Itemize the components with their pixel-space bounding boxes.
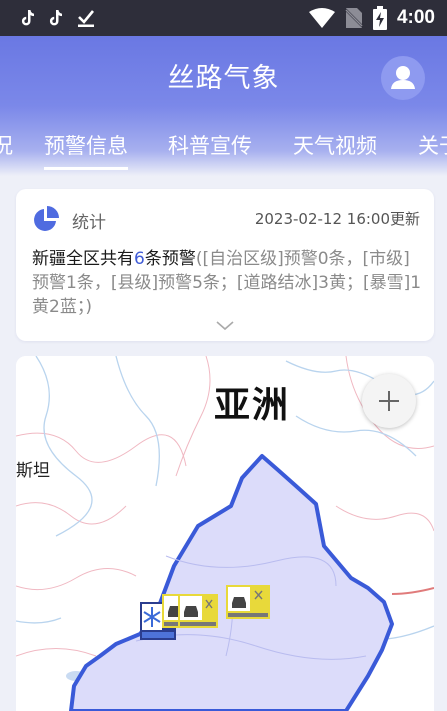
warning-count: 6 xyxy=(134,249,145,269)
zoom-in-button[interactable] xyxy=(362,374,416,428)
user-avatar-button[interactable] xyxy=(381,56,425,100)
pie-chart-icon xyxy=(34,206,59,231)
no-sim-icon xyxy=(344,8,363,28)
tab-bar: 况 预警信息 科普宣传 天气视频 关于 xyxy=(0,126,447,176)
tab-warnings[interactable]: 预警信息 xyxy=(44,130,128,170)
status-bar: 4:00 xyxy=(0,0,447,36)
status-bar-notifications xyxy=(20,7,96,29)
tab-science[interactable]: 科普宣传 xyxy=(168,130,252,160)
download-done-icon xyxy=(78,10,95,27)
status-bar-system: 4:00 xyxy=(308,5,435,31)
tab-about[interactable]: 关于 xyxy=(418,130,447,160)
tiktok-icon xyxy=(49,10,62,26)
road-icing-yellow-warning-marker[interactable] xyxy=(178,594,218,628)
user-avatar-icon xyxy=(391,66,415,89)
app-title: 丝路气象 xyxy=(167,63,280,94)
stats-label: 统计 xyxy=(72,213,106,233)
app-header: 丝路气象 况 预警信息 科普宣传 天气视频 关于 xyxy=(0,36,447,176)
map-region-label: 亚洲 xyxy=(214,385,291,426)
tab-overview[interactable]: 况 xyxy=(0,130,13,160)
warning-summary: 新疆全区共有6条预警([自治区级]预警0条，[市级]预警1条，[县级]预警5条；… xyxy=(32,247,422,319)
tab-weather-video[interactable]: 天气视频 xyxy=(293,130,377,160)
map-place-label: 斯坦 xyxy=(16,461,50,481)
chevron-down-icon[interactable] xyxy=(216,321,234,331)
wifi-icon xyxy=(308,8,335,28)
summary-suffix: 条预警 xyxy=(144,249,196,269)
status-time: 4:00 xyxy=(396,7,435,28)
warning-stats-card: 统计 2023-02-12 16:00更新 新疆全区共有6条预警([自治区级]预… xyxy=(16,189,434,341)
update-time: 2023-02-12 16:00更新 xyxy=(254,210,420,228)
plus-icon xyxy=(379,391,399,411)
road-icing-yellow-warning-marker[interactable] xyxy=(226,585,270,619)
summary-prefix: 新疆全区共有 xyxy=(32,249,134,269)
warning-map[interactable]: 亚洲 斯坦 xyxy=(16,356,434,711)
battery-charging-icon xyxy=(372,6,387,30)
tiktok-icon xyxy=(21,10,34,26)
